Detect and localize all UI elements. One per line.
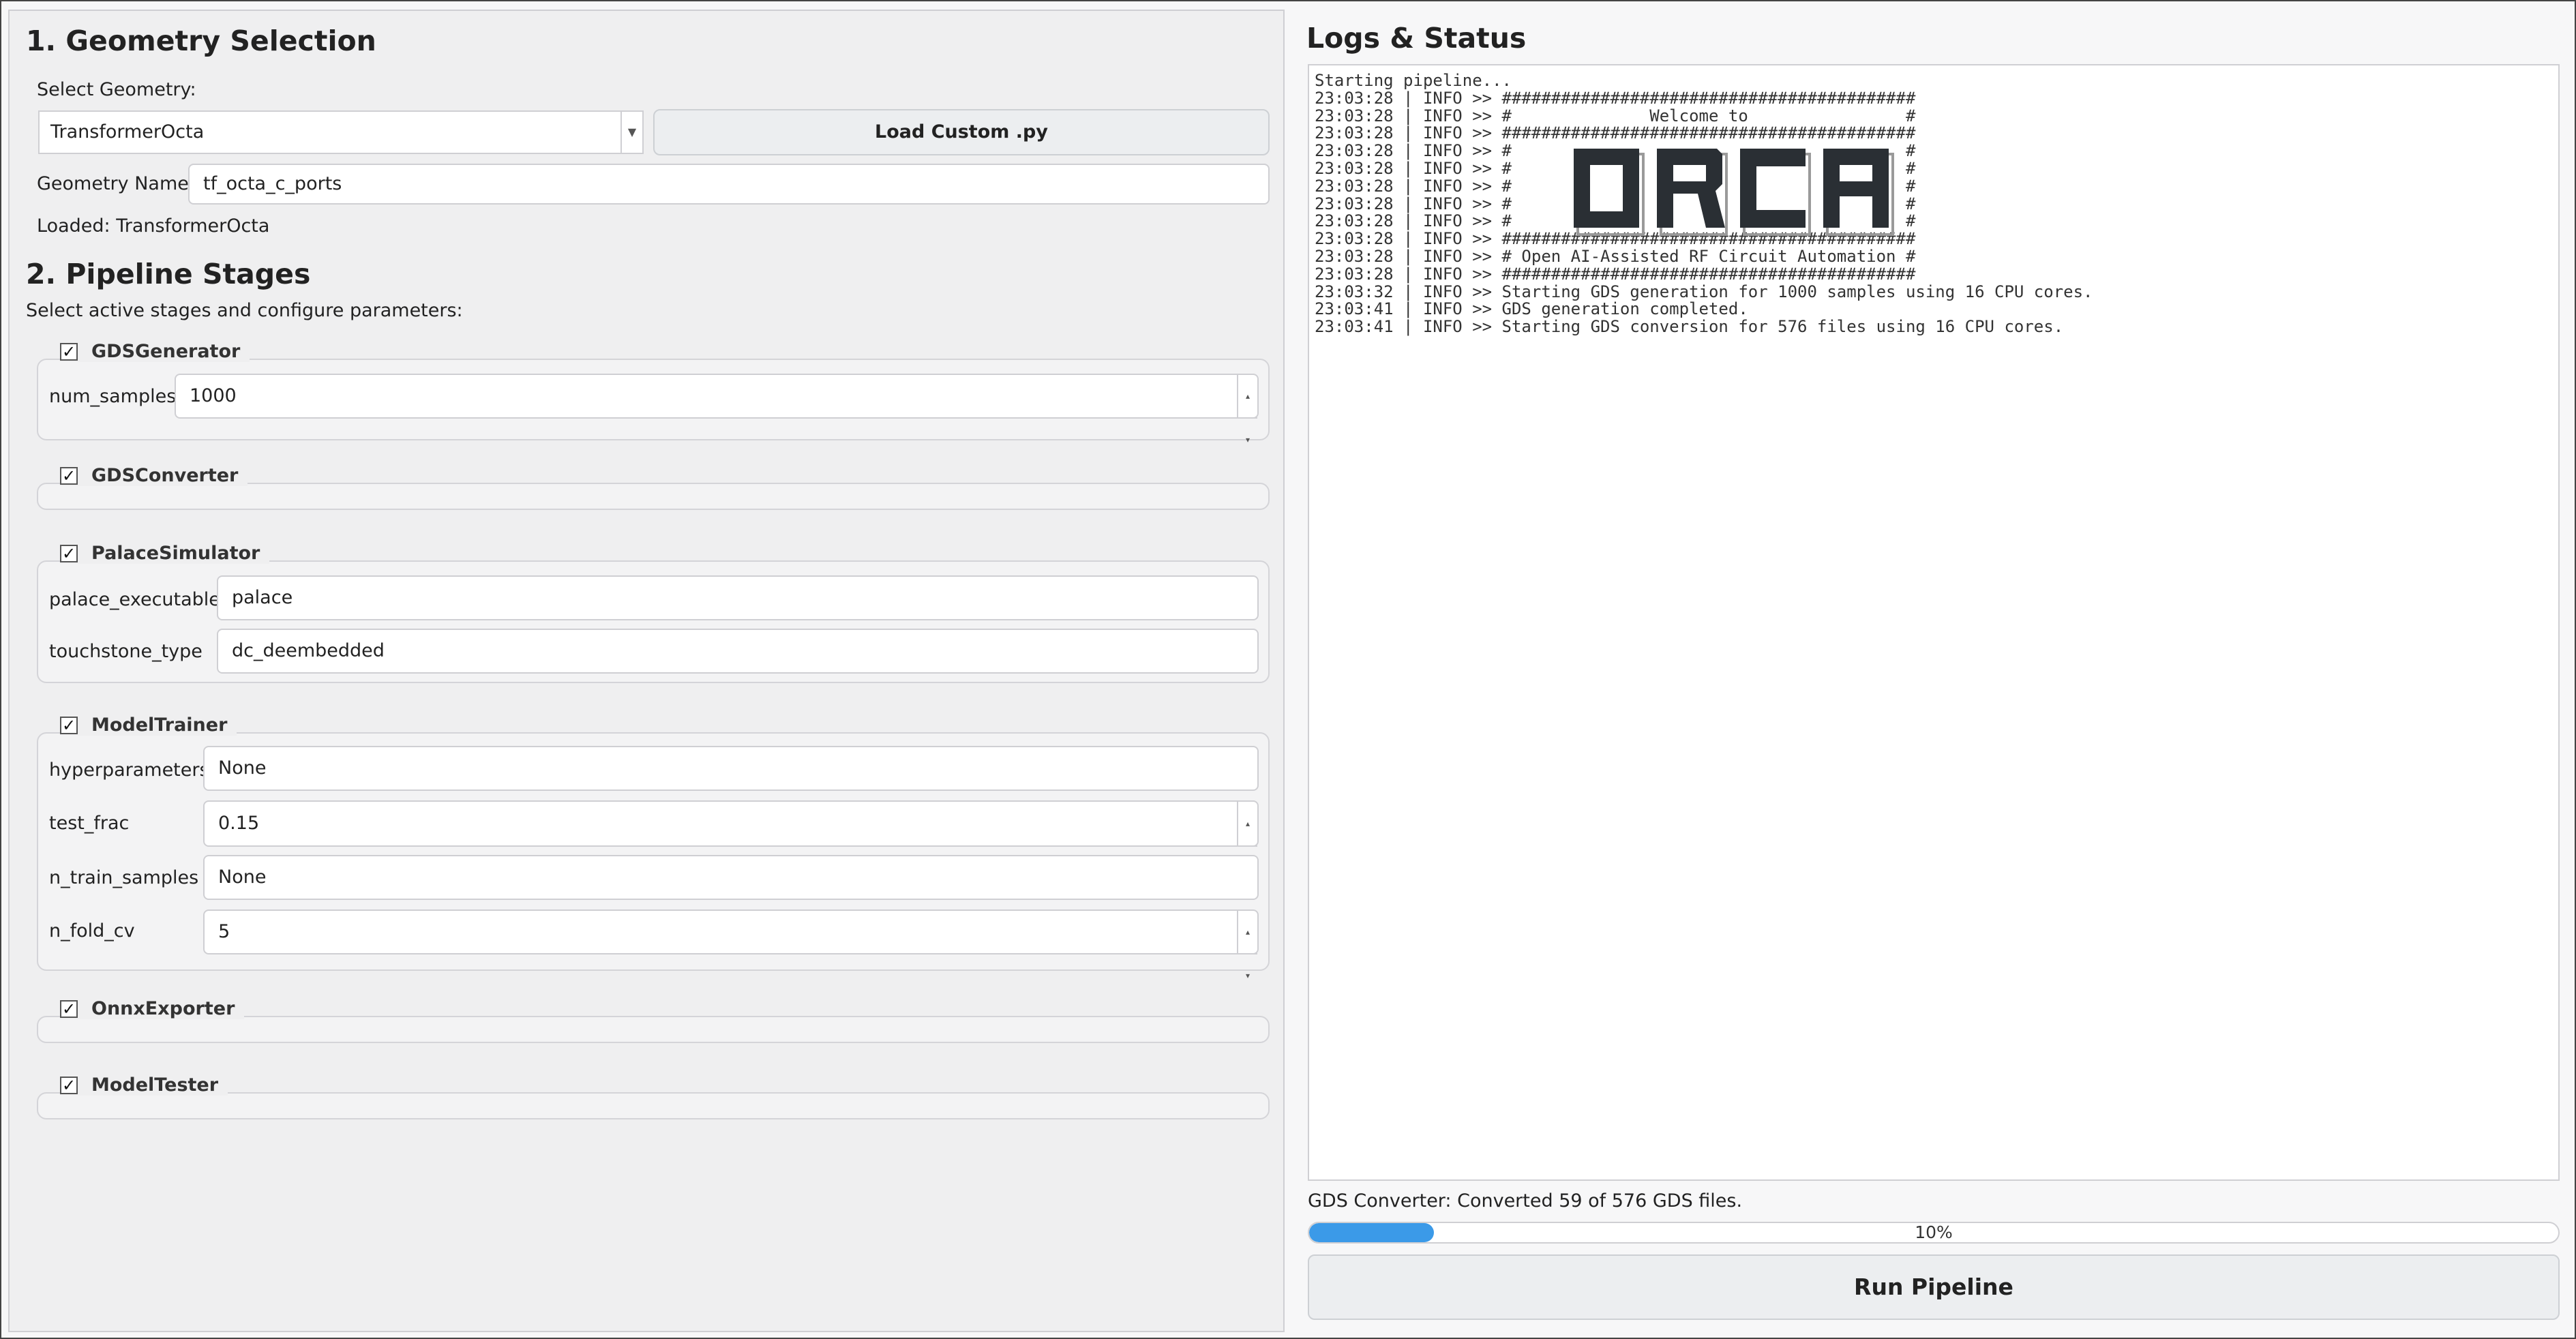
stage-checkbox-palacesimulator[interactable]: ✓: [60, 544, 78, 562]
param-label-hyperparameters: hyperparameters: [49, 759, 209, 781]
stage-group-gdsconverter: [37, 483, 1270, 510]
test-frac-stepper[interactable]: ▴▾: [1237, 802, 1257, 873]
pipeline-section-title: 2. Pipeline Stages: [26, 258, 311, 290]
run-pipeline-button[interactable]: Run Pipeline: [1308, 1254, 2560, 1320]
orca-ascii-banner: [1574, 149, 1894, 236]
stage-header-onnxexporter: ✓ OnnxExporter: [60, 998, 245, 1019]
stage-name-palacesimulator: PalaceSimulator: [91, 543, 260, 564]
stage-header-palacesimulator: ✓ PalaceSimulator: [60, 543, 270, 564]
stage-checkbox-modeltester[interactable]: ✓: [60, 1076, 78, 1094]
log-lines: Starting pipeline... 23:03:28 | INFO >> #…: [1315, 72, 2553, 336]
log-line: 23:03:28 | INFO >> # #: [1315, 176, 1916, 196]
log-line: 23:03:28 | INFO >> #####################…: [1315, 88, 1916, 108]
geometry-name-input[interactable]: tf_octa_c_ports: [188, 164, 1270, 205]
log-line: 23:03:28 | INFO >> #####################…: [1315, 264, 1916, 284]
param-label-num-samples: num_samples: [49, 386, 177, 407]
pipeline-subtitle: Select active stages and configure param…: [26, 300, 463, 321]
geometry-select[interactable]: TransformerOcta ▼: [38, 110, 644, 154]
test-frac-value: 0.15: [218, 813, 260, 834]
n-fold-cv-value: 5: [218, 921, 230, 942]
stage-checkbox-modeltrainer[interactable]: ✓: [60, 716, 78, 734]
n-fold-cv-stepper[interactable]: ▴ ▾: [1237, 911, 1257, 980]
param-label-n-train-samples: n_train_samples: [49, 867, 199, 888]
touchstone-type-input[interactable]: dc_deembedded: [217, 629, 1259, 674]
stage-header-modeltrainer: ✓ ModelTrainer: [60, 714, 237, 736]
log-line: Starting pipeline...: [1315, 71, 1512, 90]
log-line: 23:03:28 | INFO >> # #: [1315, 194, 1916, 213]
log-output[interactable]: Starting pipeline... 23:03:28 | INFO >> #…: [1308, 64, 2560, 1181]
stage-header-gdsconverter: ✓ GDSConverter: [60, 465, 248, 486]
stepper-up-icon[interactable]: ▴: [1238, 911, 1257, 953]
param-label-touchstone-type: touchstone_type: [49, 641, 203, 662]
status-message: GDS Converter: Converted 59 of 576 GDS f…: [1308, 1190, 1743, 1212]
num-samples-input[interactable]: 1000 ▴ ▾: [175, 374, 1259, 445]
stage-name-modeltrainer: ModelTrainer: [91, 714, 228, 736]
log-line: 23:03:28 | INFO >> # #: [1315, 211, 1916, 231]
stage-checkbox-gdsgenerator[interactable]: ✓: [60, 342, 78, 361]
select-geometry-label: Select Geometry:: [37, 79, 196, 100]
num-samples-value: 1000: [190, 385, 237, 406]
param-label-n-fold-cv: n_fold_cv: [49, 920, 135, 942]
load-custom-button[interactable]: Load Custom .py: [653, 109, 1270, 155]
stage-group-palacesimulator: palace_executable palace touchstone_type…: [37, 560, 1270, 683]
stage-group-onnxexporter: [37, 1016, 1270, 1043]
stage-header-modeltester: ✓ ModelTester: [60, 1074, 228, 1096]
log-line: 23:03:28 | INFO >> # Open AI-Assisted RF…: [1315, 246, 1916, 266]
progress-bar: 10%: [1308, 1222, 2560, 1244]
stage-group-gdsgenerator: num_samples 1000 ▴ ▾: [37, 359, 1270, 445]
config-panel: 1. Geometry Selection Select Geometry: T…: [8, 10, 1285, 1332]
log-line: 23:03:32 | INFO >> Starting GDS generati…: [1315, 282, 2093, 301]
log-line: 23:03:41 | INFO >> GDS generation comple…: [1315, 299, 1748, 319]
app-window: 1. Geometry Selection Select Geometry: T…: [0, 0, 2576, 1339]
stage-group-modeltester: [37, 1092, 1270, 1119]
param-label-test-frac: test_frac: [49, 813, 130, 834]
stepper-down-icon[interactable]: ▾: [1238, 953, 1257, 997]
progress-text: 10%: [1915, 1222, 1953, 1242]
geometry-name-label: Geometry Name:: [37, 173, 195, 194]
log-line: 23:03:41 | INFO >> Starting GDS conversi…: [1315, 317, 2064, 337]
stage-checkbox-gdsconverter[interactable]: ✓: [60, 466, 78, 485]
stage-checkbox-onnxexporter[interactable]: ✓: [60, 999, 78, 1018]
n-fold-cv-input[interactable]: 5 ▴ ▾: [203, 909, 1259, 980]
log-line: 23:03:28 | INFO >> #####################…: [1315, 123, 1916, 143]
test-frac-input[interactable]: 0.15 ▴▾: [203, 800, 1259, 873]
stage-name-modeltester: ModelTester: [91, 1074, 219, 1096]
log-line: 23:03:28 | INFO >> # #: [1315, 141, 1916, 161]
num-samples-stepper[interactable]: ▴ ▾: [1237, 375, 1257, 445]
loaded-geometry-status: Loaded: TransformerOcta: [37, 215, 270, 237]
chevron-down-icon: ▼: [620, 112, 642, 153]
stage-name-gdsconverter: GDSConverter: [91, 465, 239, 486]
geometry-select-value: TransformerOcta: [50, 121, 205, 142]
stepper-up-icon[interactable]: ▴: [1238, 375, 1257, 417]
stepper-up-icon[interactable]: ▴: [1238, 802, 1257, 845]
log-line: 23:03:28 | INFO >> # #: [1315, 158, 1916, 178]
logs-title: Logs & Status: [1306, 22, 1527, 55]
stage-group-modeltrainer: hyperparameters None test_frac 0.15 ▴▾ n…: [37, 732, 1270, 980]
param-label-palace-executable: palace_executable: [49, 589, 220, 610]
log-line: 23:03:28 | INFO >> # Welcome to #: [1315, 106, 1916, 125]
palace-executable-input[interactable]: palace: [217, 575, 1259, 620]
stage-name-onnxexporter: OnnxExporter: [91, 998, 235, 1019]
geometry-section-title: 1. Geometry Selection: [26, 25, 376, 57]
log-line: 23:03:28 | INFO >> #####################…: [1315, 229, 1916, 249]
stepper-down-icon[interactable]: ▾: [1238, 417, 1257, 461]
n-train-samples-input[interactable]: None: [203, 855, 1259, 900]
stage-name-gdsgenerator: GDSGenerator: [91, 341, 241, 362]
stage-header-gdsgenerator: ✓ GDSGenerator: [60, 341, 250, 362]
hyperparameters-input[interactable]: None: [203, 746, 1259, 791]
